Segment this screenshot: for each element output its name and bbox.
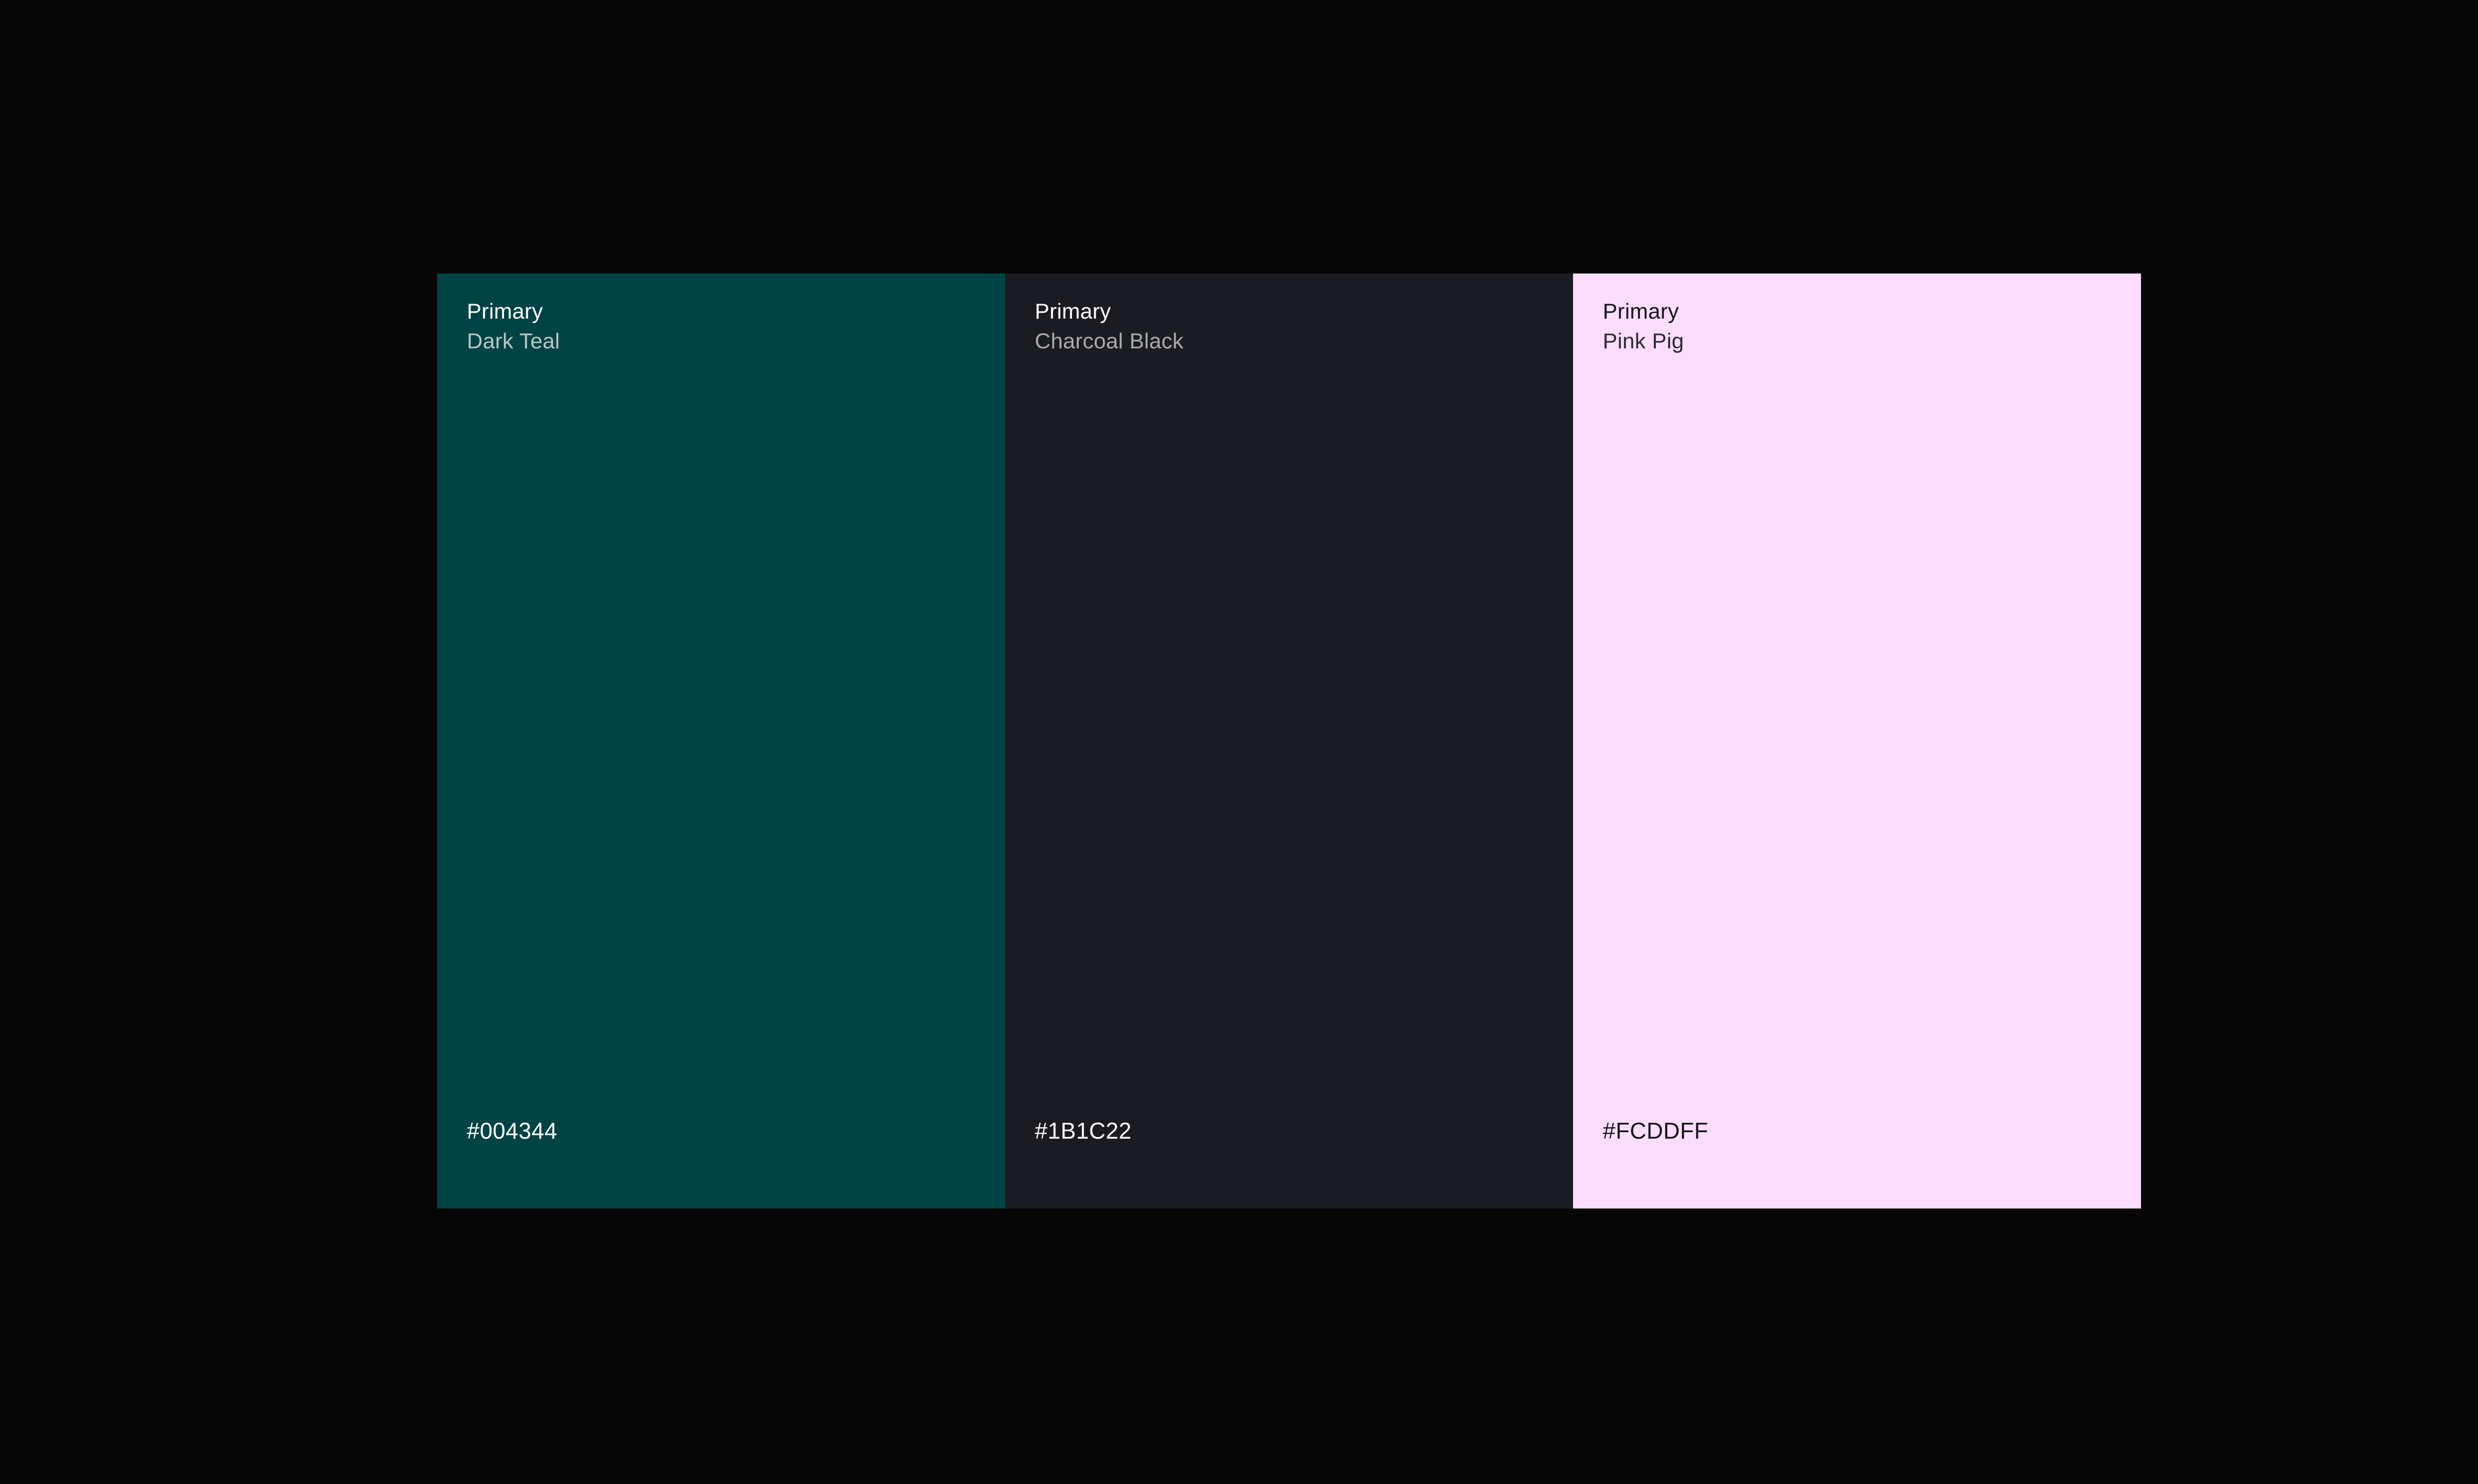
- swatch-color-name: Dark Teal: [467, 329, 560, 353]
- swatch-hex-code: #1B1C22: [1035, 1118, 1132, 1144]
- swatch-category-label: Primary: [1603, 299, 1679, 324]
- swatch-pink-pig: Primary Pink Pig #FCDDFF: [1573, 274, 2141, 1209]
- swatch-hex-code: #004344: [467, 1118, 558, 1144]
- swatch-category-label: Primary: [467, 299, 543, 324]
- swatch-hex-code: #FCDDFF: [1603, 1118, 1709, 1144]
- color-palette: Primary Dark Teal #004344 Primary Charco…: [437, 274, 2141, 1209]
- swatch-color-name: Pink Pig: [1603, 329, 1684, 353]
- swatch-dark-teal: Primary Dark Teal #004344: [437, 274, 1005, 1209]
- swatch-charcoal-black: Primary Charcoal Black #1B1C22: [1005, 274, 1573, 1209]
- swatch-category-label: Primary: [1035, 299, 1111, 324]
- swatch-color-name: Charcoal Black: [1035, 329, 1184, 353]
